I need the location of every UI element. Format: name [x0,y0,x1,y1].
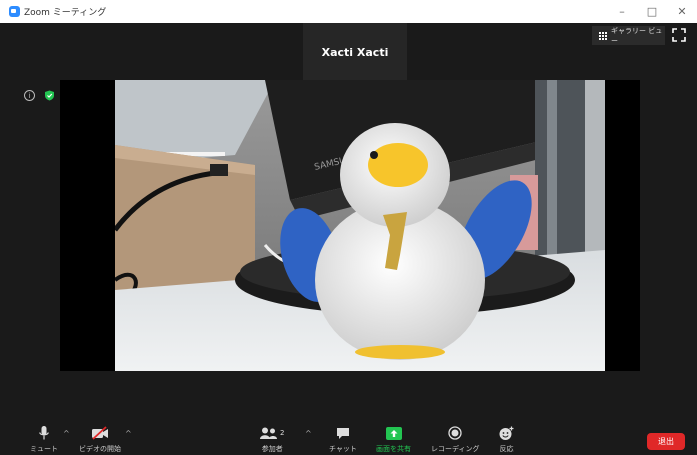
add-reaction-icon [499,426,514,440]
start-video-button[interactable]: ビデオの開始 [79,425,121,454]
share-screen-button[interactable]: 画面を共有 [376,425,411,454]
video-scene: SAMSUNG [115,80,605,371]
mute-button[interactable]: ミュート [30,425,58,454]
maximize-button[interactable]: □ [637,0,667,23]
minimize-button[interactable]: – [607,0,637,23]
participants-button[interactable]: 2 参加者 [260,425,284,454]
meeting-toolbar: ミュート ^ ビデオの開始 ^ 2 参加者 ^ チャット 画面を共有 レコーディ… [17,425,697,455]
participants-count: 2 [280,429,285,437]
audio-options-caret-icon[interactable]: ^ [63,429,70,438]
leave-meeting-button[interactable]: 退出 [647,433,685,450]
info-icon[interactable]: i [24,90,35,101]
zoom-logo-icon [9,6,20,17]
share-screen-icon [385,426,402,440]
gallery-view-label: ギャラリー ビュー [611,26,663,45]
reactions-label: 反応 [499,445,514,453]
share-screen-label: 画面を共有 [376,445,411,453]
encryption-shield-icon[interactable] [44,90,55,101]
participants-icon [260,427,277,439]
video-options-caret-icon[interactable]: ^ [125,429,132,438]
record-icon [448,426,462,440]
mute-label: ミュート [30,445,58,453]
active-speaker-name: Xacti Xacti [303,23,407,81]
record-button[interactable]: レコーディング [431,425,480,454]
participant-video: SAMSUNG [115,80,605,371]
reactions-button[interactable]: 反応 [499,425,514,454]
window-title: Zoom ミーティング [24,8,107,18]
chat-label: チャット [329,445,357,453]
participants-label: 参加者 [261,445,283,453]
close-button[interactable]: ✕ [667,0,697,23]
participants-options-caret-icon[interactable]: ^ [305,429,312,438]
window-controls: – □ ✕ [607,0,697,23]
video-frame: SAMSUNG [60,80,640,371]
fullscreen-icon[interactable] [672,28,686,42]
record-label: レコーディング [431,445,480,453]
chat-icon [336,427,349,439]
grid-icon [598,31,607,40]
microphone-icon [39,425,49,439]
video-off-icon [92,426,108,440]
gallery-view-button[interactable]: ギャラリー ビュー [592,26,665,45]
chat-button[interactable]: チャット [329,425,357,454]
meeting-area: Xacti Xacti ギャラリー ビュー i SAMSUNG ミュート ^ ビ… [17,23,697,455]
start-video-label: ビデオの開始 [79,445,121,453]
title-bar: Zoom ミーティング – □ ✕ [0,0,697,23]
